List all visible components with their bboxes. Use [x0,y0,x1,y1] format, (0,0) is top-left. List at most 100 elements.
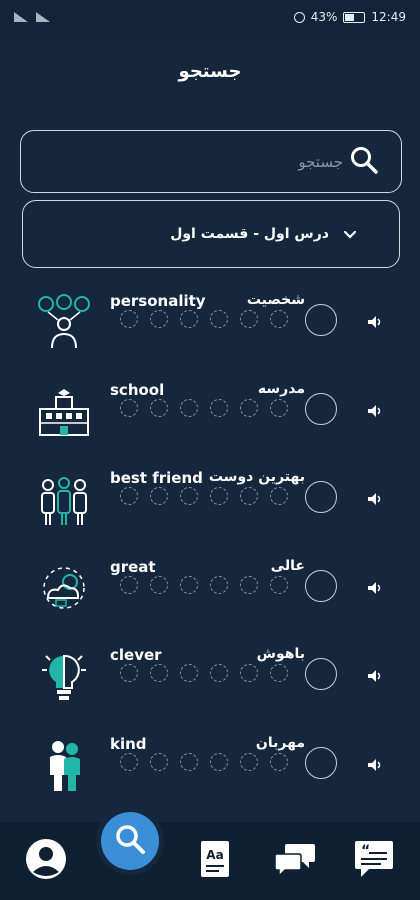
progress-dot [180,398,198,417]
progress-dot [150,752,168,771]
status-time: 12:49 [371,10,406,24]
progress-dot [120,398,138,417]
progress-dot [240,487,258,505]
progress-dot [150,398,168,417]
word-english: personality [110,292,206,310]
list-item[interactable]: personality شخصیت [0,280,420,369]
speaker-icon[interactable] [366,403,384,423]
progress-dot [210,398,228,417]
svg-text:“: “ [361,843,370,859]
friends-group-icon [36,471,92,527]
lightbulb-icon [36,648,92,704]
progress-dot [210,752,228,771]
chat-bubbles-icon [273,840,317,882]
progress-dot [150,575,168,594]
status-bar: 43% 12:49 [0,0,420,34]
list-item[interactable]: best friend بهترین دوست [0,457,420,546]
word-persian: بهترین دوست [208,469,305,485]
page-title: جستجو [178,60,242,82]
progress-dot [120,752,138,771]
nav-search[interactable] [101,812,160,870]
quote-icon: “ [353,839,395,883]
progress-dot [210,310,228,328]
progress-dot [270,398,288,417]
word-english: best friend [110,469,203,487]
nav-chat[interactable] [271,837,319,885]
progress-dot [270,752,288,771]
search-box[interactable] [20,130,402,193]
mark-circle-button[interactable] [305,392,337,425]
word-english: clever [110,646,162,664]
app-bar: جستجو [0,34,420,108]
progress-dots [120,310,288,328]
progress-dot [120,664,138,682]
signal-icon [14,12,28,22]
progress-dots [120,487,288,505]
school-building-icon [36,383,92,439]
progress-dot [180,664,198,682]
progress-dot [210,487,228,505]
speaker-icon[interactable] [366,580,384,600]
word-english: kind [110,734,147,753]
progress-dot [270,664,288,682]
progress-dot [240,752,258,771]
progress-dot [120,310,138,328]
nav-profile[interactable] [22,837,70,885]
list-item[interactable]: kind مهربان [0,723,420,812]
word-english: great [110,557,156,576]
two-people-icon [36,737,92,793]
progress-dot [150,664,168,682]
nav-dictionary[interactable]: Aa [191,837,239,885]
cloud-sun-icon [36,560,92,616]
progress-dot [210,575,228,594]
progress-dot [120,575,138,594]
speaker-icon[interactable] [366,668,384,688]
signal-indicators [14,12,50,22]
progress-dots [120,398,288,417]
speaker-icon[interactable] [366,491,384,511]
mark-circle-button[interactable] [305,746,337,779]
nav-quotes[interactable]: “ [350,837,398,885]
mark-circle-button[interactable] [305,569,337,602]
aa-book-icon: Aa [197,839,233,883]
progress-dot [270,310,288,328]
word-persian: عالی [270,557,305,574]
speaker-icon[interactable] [366,314,384,334]
progress-dot [120,487,138,505]
progress-dot [180,575,198,594]
progress-dot [180,310,198,328]
mark-circle-button[interactable] [305,304,337,336]
mark-circle-button[interactable] [305,481,337,513]
status-right: 43% 12:49 [293,10,406,24]
progress-dot [180,752,198,771]
progress-dots [120,575,288,594]
search-icon[interactable] [349,145,379,179]
battery-percent: 43% [310,10,338,24]
personality-icon [36,294,92,350]
progress-dot [270,575,288,594]
search-input[interactable] [83,152,343,171]
progress-dot [150,310,168,328]
progress-dot [210,664,228,682]
word-persian: مهربان [255,734,305,751]
lesson-dropdown-value: درس اول - قسمت اول [170,226,329,242]
progress-dot [150,487,168,505]
chevron-down-icon[interactable] [343,225,357,244]
lesson-dropdown[interactable]: درس اول - قسمت اول [22,200,400,268]
battery-icon [343,11,366,23]
speaker-icon[interactable] [366,757,384,777]
progress-dot [270,487,288,505]
list-item[interactable]: school مدرسه [0,369,420,458]
list-item[interactable]: great عالی [0,546,420,635]
progress-dot [240,398,258,417]
word-persian: مدرسه [257,380,305,397]
progress-dots [120,664,288,682]
list-item[interactable]: clever باهوش [0,634,420,723]
progress-dot [240,664,258,682]
mark-circle-button[interactable] [305,658,337,690]
alarm-icon [293,11,305,23]
signal-icon-2 [36,12,50,22]
search-icon [113,822,147,860]
progress-dots [120,752,288,771]
svg-text:Aa: Aa [206,848,223,862]
